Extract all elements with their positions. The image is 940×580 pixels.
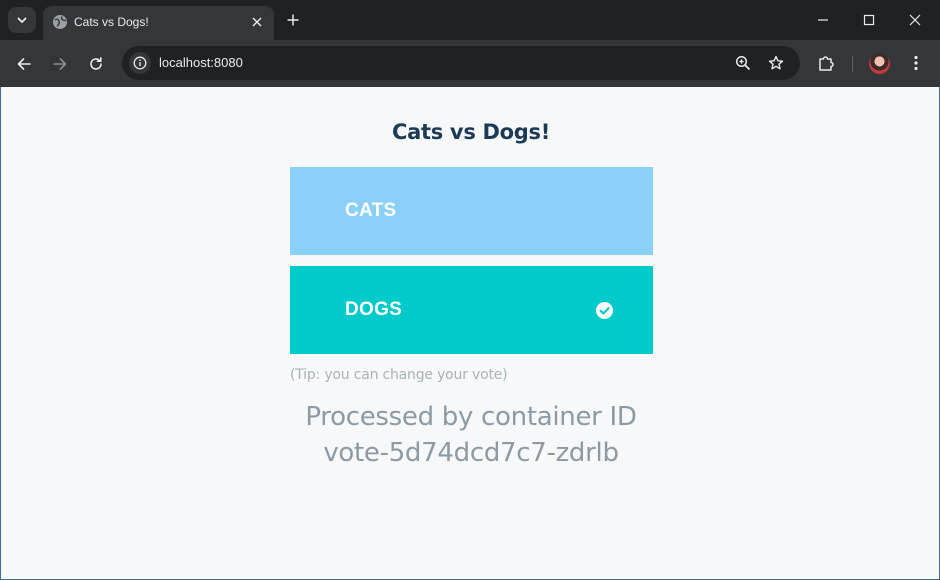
container-id-value: vote-5d74dcd7c7-zdrlb <box>323 438 619 468</box>
reload-button[interactable] <box>85 53 107 75</box>
zoom-icon <box>735 55 751 71</box>
vote-cats-label: CATS <box>345 200 397 221</box>
vote-dogs-button[interactable]: DOGS <box>290 266 653 354</box>
browser-titlebar: Cats vs Dogs! <box>0 0 940 40</box>
globe-icon <box>53 15 67 29</box>
address-bar[interactable]: localhost:8080 <box>122 46 800 80</box>
browser-tab[interactable]: Cats vs Dogs! <box>43 6 274 40</box>
maximize-button[interactable] <box>859 10 879 30</box>
browser-menu-button[interactable] <box>905 52 927 74</box>
info-icon <box>133 56 147 70</box>
maximize-icon <box>863 14 875 26</box>
bookmark-button[interactable] <box>767 54 785 72</box>
extensions-button[interactable] <box>815 52 837 74</box>
processed-by-label: Processed by container ID <box>305 402 637 432</box>
tab-search-button[interactable] <box>8 7 36 33</box>
reload-icon <box>90 57 102 70</box>
profile-avatar[interactable] <box>869 53 890 74</box>
vote-cats-button[interactable]: CATS <box>290 167 653 255</box>
page-title: Cats vs Dogs! <box>392 120 550 144</box>
forward-button[interactable] <box>49 53 71 75</box>
toolbar-separator <box>852 56 853 72</box>
tab-title: Cats vs Dogs! <box>74 15 149 29</box>
plus-icon <box>287 14 299 26</box>
arrow-right-icon <box>53 58 67 70</box>
close-icon <box>909 14 921 26</box>
arrow-left-icon <box>17 58 31 70</box>
page-content: Cats vs Dogs! CATS DOGS (Tip: you can ch… <box>0 87 940 580</box>
vote-dogs-label: DOGS <box>345 299 403 320</box>
browser-toolbar: localhost:8080 <box>0 40 940 87</box>
kebab-menu-icon <box>914 55 918 71</box>
container-id-info: Processed by container ID vote-5d74dcd7c… <box>1 399 940 471</box>
url-text: localhost:8080 <box>159 55 243 70</box>
tip-text: (Tip: you can change your vote) <box>290 367 508 383</box>
new-tab-button[interactable] <box>283 10 303 30</box>
close-icon <box>252 17 262 27</box>
star-icon <box>768 55 784 70</box>
minimize-icon <box>818 19 828 21</box>
puzzle-icon <box>819 56 834 71</box>
check-circle-icon <box>596 302 613 319</box>
site-info-button[interactable] <box>129 52 151 74</box>
zoom-button[interactable] <box>734 54 752 72</box>
minimize-button[interactable] <box>813 10 833 30</box>
tab-close-button[interactable] <box>248 13 266 31</box>
chevron-down-icon <box>17 17 27 23</box>
back-button[interactable] <box>13 53 35 75</box>
close-window-button[interactable] <box>905 10 925 30</box>
